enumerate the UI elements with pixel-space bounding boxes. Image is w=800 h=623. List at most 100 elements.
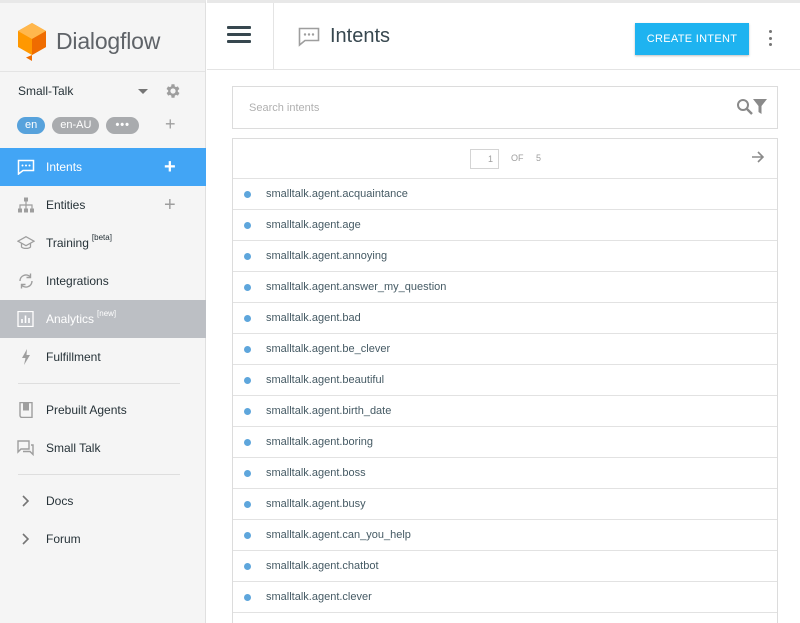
add-entity-icon[interactable]: +	[164, 195, 176, 215]
add-language-icon[interactable]: +	[165, 115, 176, 133]
intent-name[interactable]: smalltalk.agent.chatbot	[266, 560, 379, 572]
chat-bubbles-icon	[17, 440, 34, 456]
intent-name[interactable]: smalltalk.agent.can_you_help	[266, 529, 411, 541]
list-item[interactable]: smalltalk.agent.answer_my_question	[233, 272, 777, 303]
divider	[0, 71, 205, 72]
list-item[interactable]: smalltalk.agent.beautiful	[233, 365, 777, 396]
more-options-icon[interactable]	[767, 30, 773, 46]
hierarchy-icon	[18, 197, 34, 213]
intent-name[interactable]: smalltalk.agent.boring	[266, 436, 373, 448]
arrow-right-icon[interactable]	[751, 150, 765, 164]
page-of-label: OF	[511, 153, 524, 163]
hamburger-menu-icon[interactable]	[227, 26, 251, 44]
sidebar-item-label: Forum	[46, 532, 81, 546]
sidebar-item-integrations[interactable]: Integrations	[0, 262, 206, 300]
intent-name[interactable]: smalltalk.agent.acquaintance	[266, 188, 408, 200]
gear-icon[interactable]	[164, 82, 182, 100]
sidebar-item-forum[interactable]: Forum	[0, 520, 206, 558]
status-dot-icon	[244, 222, 251, 229]
intent-name[interactable]: smalltalk.agent.boss	[266, 467, 366, 479]
intent-rows: smalltalk.agent.acquaintance smalltalk.ag…	[233, 179, 777, 613]
page-number-input[interactable]: 1	[470, 149, 499, 169]
sync-icon	[19, 273, 33, 289]
sidebar-item-intents[interactable]: Intents +	[0, 148, 206, 186]
sidebar-nav: Intents + Entities + Training [beta] Int…	[0, 148, 206, 558]
agent-selector[interactable]: Small-Talk	[18, 81, 188, 101]
chat-bubble-icon	[17, 159, 35, 175]
status-dot-icon	[244, 315, 251, 322]
more-languages-button[interactable]: •••	[106, 117, 139, 134]
list-item[interactable]: smalltalk.agent.annoying	[233, 241, 777, 272]
sidebar-item-label: Fulfillment	[46, 350, 101, 364]
divider	[18, 383, 180, 384]
agent-name: Small-Talk	[18, 84, 74, 98]
status-dot-icon	[244, 439, 251, 446]
intent-list: 1 OF 5 smalltalk.agent.acquaintance small…	[232, 138, 778, 623]
sidebar-item-label: Analytics [new]	[46, 309, 116, 326]
status-dot-icon	[244, 501, 251, 508]
intent-name[interactable]: smalltalk.agent.beautiful	[266, 374, 384, 386]
sidebar-item-label: Intents	[46, 160, 83, 174]
list-item[interactable]: smalltalk.agent.age	[233, 210, 777, 241]
sidebar-item-label: Entities	[46, 198, 86, 212]
status-dot-icon	[244, 191, 251, 198]
status-dot-icon	[244, 346, 251, 353]
intent-name[interactable]: smalltalk.agent.age	[266, 219, 361, 231]
list-item[interactable]: smalltalk.agent.birth_date	[233, 396, 777, 427]
list-item[interactable]: smalltalk.agent.chatbot	[233, 551, 777, 582]
logo-text: Dialogflow	[56, 27, 161, 54]
intent-name[interactable]: smalltalk.agent.answer_my_question	[266, 281, 446, 293]
intent-name[interactable]: smalltalk.agent.birth_date	[266, 405, 391, 417]
status-dot-icon	[244, 408, 251, 415]
book-icon	[19, 402, 33, 418]
sidebar-item-entities[interactable]: Entities +	[0, 186, 206, 224]
graduation-cap-icon	[17, 235, 35, 250]
language-chip-en[interactable]: en	[17, 117, 46, 134]
divider	[273, 3, 274, 70]
sidebar-item-label: Integrations	[46, 274, 109, 288]
chat-bubble-icon	[298, 27, 320, 47]
list-item[interactable]: smalltalk.agent.busy	[233, 489, 777, 520]
sidebar-item-docs[interactable]: Docs	[0, 482, 206, 520]
search-icon[interactable]	[736, 98, 754, 116]
status-dot-icon	[244, 594, 251, 601]
list-item[interactable]: smalltalk.agent.boring	[233, 427, 777, 458]
sidebar: Dialogflow Small-Talk en en-AU ••• + Int…	[0, 0, 206, 623]
intent-name[interactable]: smalltalk.agent.bad	[266, 312, 361, 324]
logo[interactable]: Dialogflow	[16, 20, 160, 62]
sidebar-item-fulfillment[interactable]: Fulfillment	[0, 338, 206, 376]
chevron-right-icon	[22, 495, 30, 507]
dialogflow-logo-icon	[18, 23, 46, 61]
divider	[18, 474, 180, 475]
add-intent-icon[interactable]: +	[164, 157, 176, 177]
pagination: 1 OF 5	[233, 139, 777, 179]
top-bar: Intents CREATE INTENT	[207, 0, 800, 70]
intent-name[interactable]: smalltalk.agent.annoying	[266, 250, 387, 262]
sidebar-item-analytics[interactable]: Analytics [new]	[0, 300, 206, 338]
training-label: Training	[46, 236, 89, 250]
chevron-down-icon[interactable]	[138, 89, 148, 94]
chevron-right-icon	[22, 533, 30, 545]
sidebar-item-label: Prebuilt Agents	[46, 403, 127, 417]
sidebar-item-label: Training [beta]	[46, 233, 112, 250]
search-input[interactable]	[249, 99, 689, 117]
sidebar-item-small-talk[interactable]: Small Talk	[0, 429, 206, 467]
filter-icon[interactable]	[753, 99, 767, 114]
list-item[interactable]: smalltalk.agent.clever	[233, 582, 777, 613]
status-dot-icon	[244, 377, 251, 384]
intent-name[interactable]: smalltalk.agent.busy	[266, 498, 366, 510]
intent-name[interactable]: smalltalk.agent.be_clever	[266, 343, 390, 355]
list-item[interactable]: smalltalk.agent.be_clever	[233, 334, 777, 365]
sidebar-item-training[interactable]: Training [beta]	[0, 224, 206, 262]
page-total: 5	[536, 153, 542, 163]
language-chip-en-au[interactable]: en-AU	[52, 117, 100, 134]
list-item[interactable]: smalltalk.agent.can_you_help	[233, 520, 777, 551]
lightning-icon	[22, 349, 30, 365]
status-dot-icon	[244, 253, 251, 260]
list-item[interactable]: smalltalk.agent.bad	[233, 303, 777, 334]
list-item[interactable]: smalltalk.agent.boss	[233, 458, 777, 489]
intent-name[interactable]: smalltalk.agent.clever	[266, 591, 372, 603]
list-item[interactable]: smalltalk.agent.acquaintance	[233, 179, 777, 210]
sidebar-item-prebuilt-agents[interactable]: Prebuilt Agents	[0, 391, 206, 429]
create-intent-button[interactable]: CREATE INTENT	[635, 23, 749, 55]
